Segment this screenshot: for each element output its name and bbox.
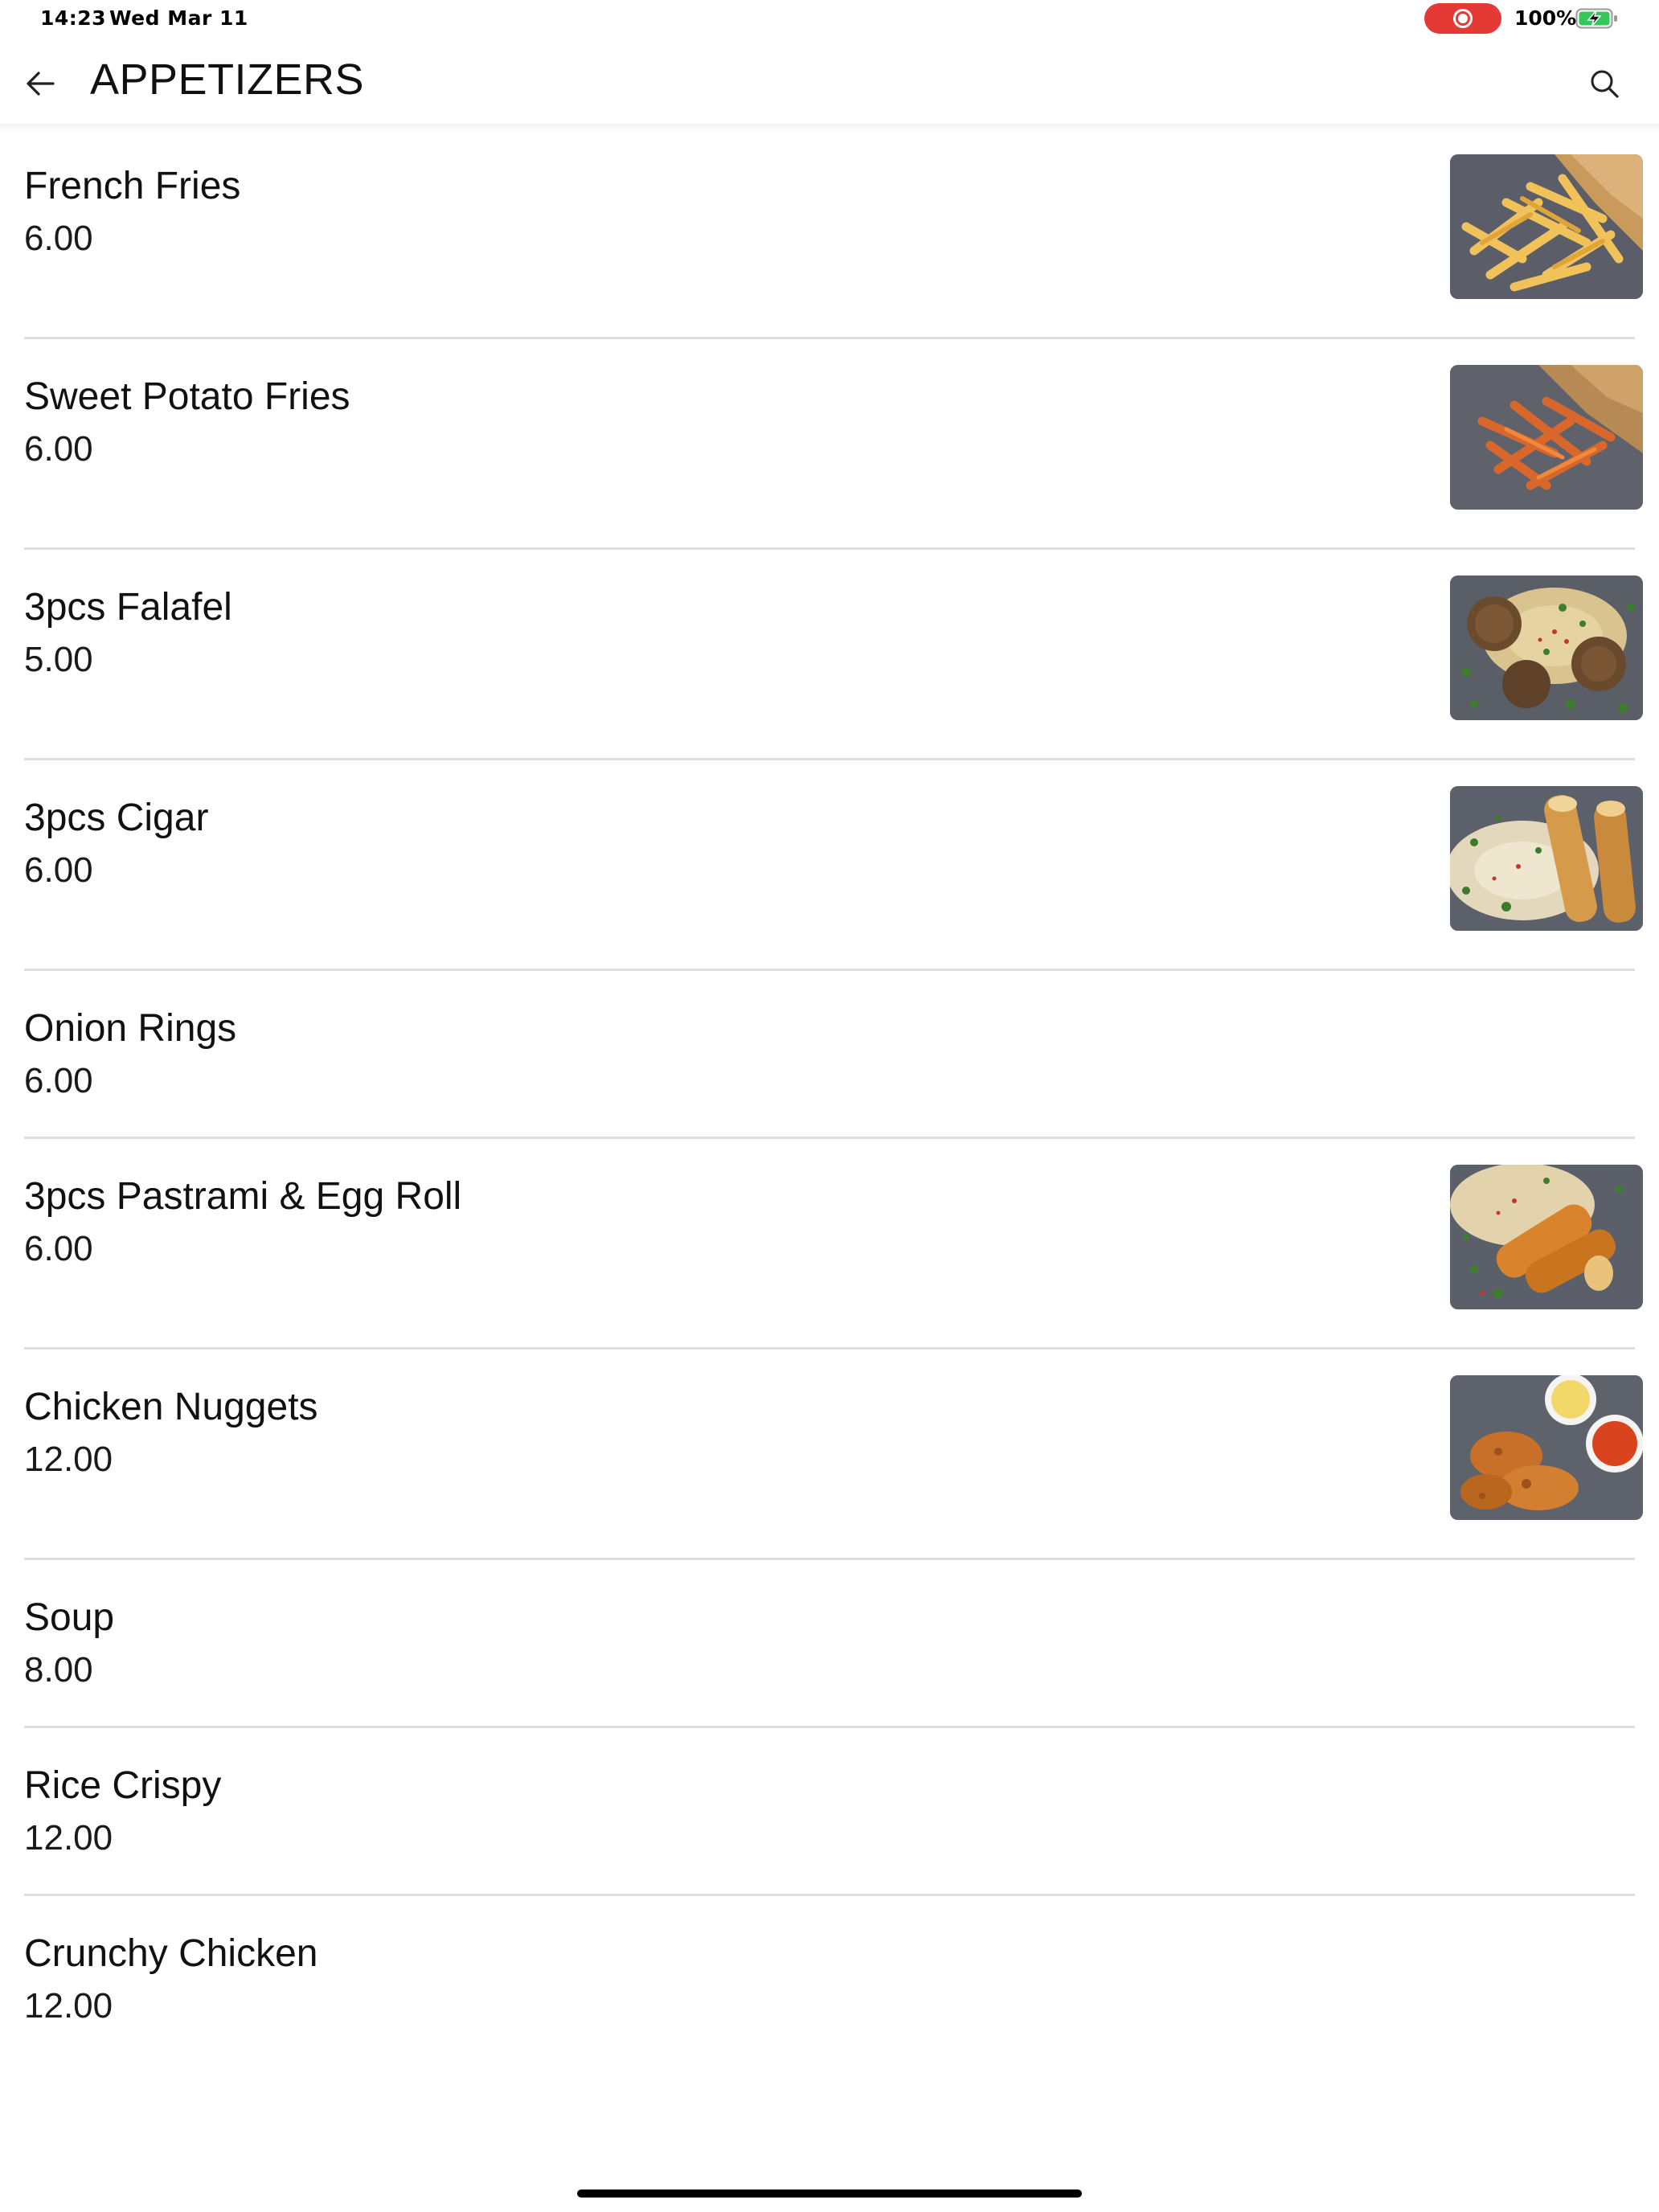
- menu-item-crunchy-chicken[interactable]: Crunchy Chicken 12.00: [0, 1896, 1659, 2064]
- item-name: Crunchy Chicken: [24, 1932, 318, 1975]
- item-name: 3pcs Pastrami & Egg Roll: [24, 1175, 462, 1218]
- item-price: 5.00: [24, 640, 93, 679]
- menu-item-onion-rings[interactable]: Onion Rings 6.00: [0, 971, 1659, 1139]
- menu-item-falafel[interactable]: 3pcs Falafel 5.00: [0, 550, 1659, 760]
- item-price: 6.00: [24, 1061, 93, 1100]
- item-name: Rice Crispy: [24, 1764, 222, 1807]
- battery-percentage: 100%: [1514, 6, 1577, 30]
- french-fries-photo: [1450, 154, 1643, 299]
- item-price: 12.00: [24, 1986, 113, 2026]
- menu-item-soup[interactable]: Soup 8.00: [0, 1560, 1659, 1728]
- item-price: 12.00: [24, 1818, 113, 1858]
- search-icon: [1591, 70, 1619, 98]
- menu-item-rice-crispy[interactable]: Rice Crispy 12.00: [0, 1728, 1659, 1896]
- battery-charging-icon: [1575, 8, 1617, 29]
- record-dot: [1458, 14, 1468, 23]
- menu-item-list: French Fries 6.00 Sweet Potato Fries 6.0…: [0, 129, 1659, 2064]
- item-price: 6.00: [24, 1229, 93, 1268]
- search-button[interactable]: [1580, 59, 1628, 108]
- menu-item-chicken-nuggets[interactable]: Chicken Nuggets 12.00: [0, 1350, 1659, 1560]
- status-bar: 14:23 Wed Mar 11 100%: [0, 0, 1659, 37]
- status-date: Wed Mar 11: [109, 6, 248, 30]
- item-price: 12.00: [24, 1440, 113, 1479]
- arrow-left-icon: [27, 72, 55, 96]
- item-name: Sweet Potato Fries: [24, 375, 350, 418]
- screen-recording-indicator[interactable]: [1424, 3, 1501, 34]
- item-name: 3pcs Falafel: [24, 586, 232, 629]
- menu-item-sweet-potato-fries[interactable]: Sweet Potato Fries 6.00: [0, 339, 1659, 550]
- home-indicator[interactable]: [577, 2189, 1082, 2198]
- chicken-nuggets-photo: [1450, 1375, 1643, 1520]
- item-name: Soup: [24, 1596, 115, 1639]
- item-name: French Fries: [24, 165, 241, 207]
- falafel-photo: [1450, 576, 1643, 720]
- item-name: Onion Rings: [24, 1007, 237, 1050]
- sweet-potato-fries-photo: [1450, 365, 1643, 510]
- item-name: 3pcs Cigar: [24, 797, 209, 839]
- back-button[interactable]: [16, 59, 64, 108]
- pastrami-egg-roll-photo: [1450, 1165, 1643, 1309]
- page-title: APPETIZERS: [90, 55, 365, 104]
- status-time: 14:23: [40, 6, 107, 30]
- item-price: 8.00: [24, 1650, 93, 1690]
- menu-item-cigar[interactable]: 3pcs Cigar 6.00: [0, 760, 1659, 971]
- item-price: 6.00: [24, 850, 93, 890]
- item-price: 6.00: [24, 429, 93, 469]
- app-header: APPETIZERS: [0, 37, 1659, 125]
- item-price: 6.00: [24, 219, 93, 258]
- cigar-photo: [1450, 786, 1643, 931]
- item-name: Chicken Nuggets: [24, 1386, 318, 1428]
- menu-item-pastrami-egg-roll[interactable]: 3pcs Pastrami & Egg Roll 6.00: [0, 1139, 1659, 1350]
- menu-item-french-fries[interactable]: French Fries 6.00: [0, 129, 1659, 339]
